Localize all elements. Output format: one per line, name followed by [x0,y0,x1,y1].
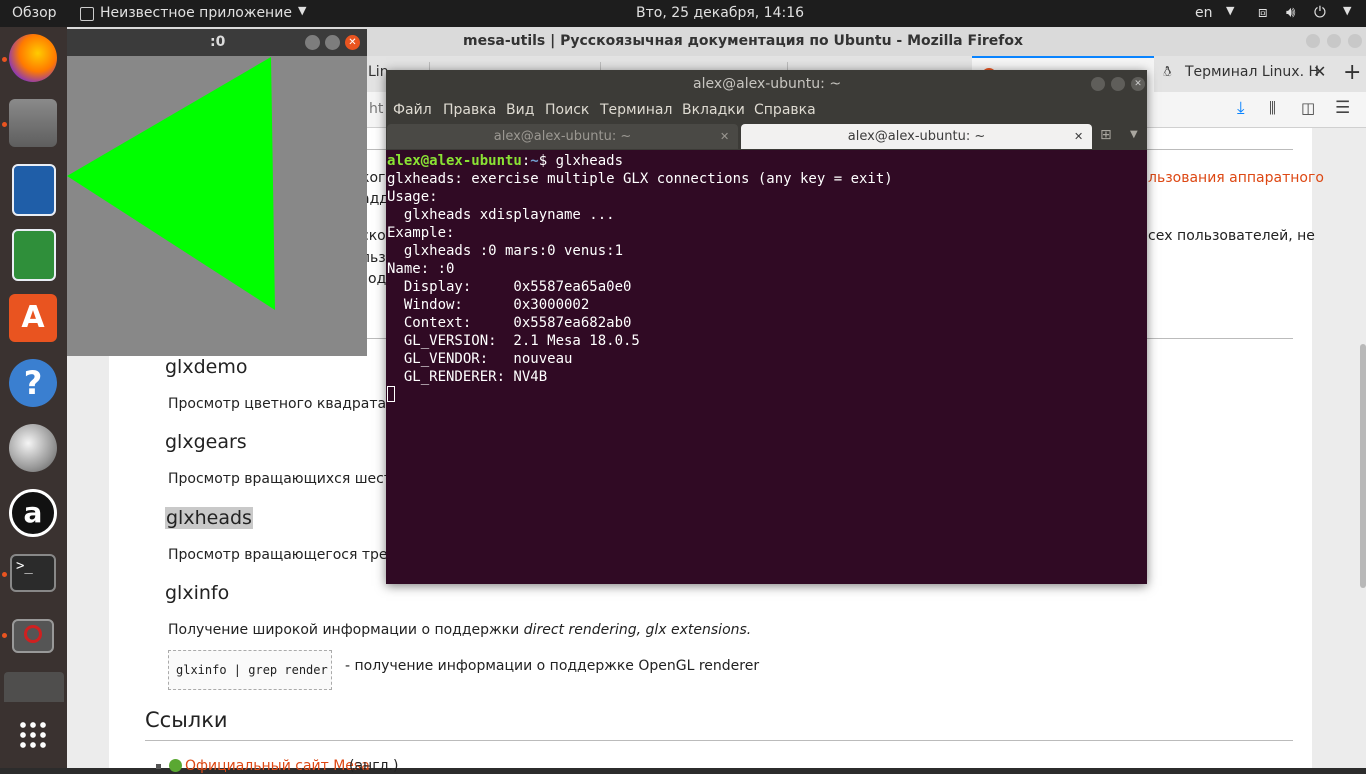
show-apps-area [0,705,67,768]
chevron-down-icon: ▼ [1226,4,1235,17]
green-triangle [67,57,275,310]
menu-tabs[interactable]: Вкладки [682,102,745,118]
close-button[interactable]: ✕ [345,35,360,50]
scrollbar-thumb[interactable] [1360,344,1366,588]
close-tab-icon[interactable]: ✕ [1074,124,1083,149]
menu-file[interactable]: Файл [393,102,432,118]
new-tab-icon[interactable]: ⊞ [1100,127,1112,143]
close-button[interactable]: ✕ [1131,77,1145,91]
maximize-button[interactable] [325,35,340,50]
menu-terminal[interactable]: Терминал [600,102,672,118]
unknown-app-icon[interactable] [12,619,54,653]
chevron-down-icon: ▼ [1343,4,1352,17]
heading-glxdemo: glxdemo [165,356,248,378]
libreoffice-impress-icon[interactable] [12,164,56,216]
menu-help[interactable]: Справка [754,102,816,118]
link-official-mesa[interactable]: Официальный сайт Mesa [185,758,370,774]
minimize-button[interactable] [1306,34,1320,48]
glx-titlebar: :0 ✕ [67,29,367,56]
sidebar-icon[interactable]: ◫ [1301,99,1315,117]
dock: A ? a >_ [0,27,67,768]
heading-glxgears: glxgears [165,431,247,453]
terminal-menubar: Файл Правка Вид Поиск Терминал Вкладки С… [386,98,1147,123]
blocked-icon [24,625,42,643]
url-bar[interactable]: ht [369,101,383,117]
libreoffice-calc-icon[interactable] [12,229,56,281]
language-indicator[interactable]: en [1195,5,1213,21]
disk-icon[interactable] [9,424,57,472]
prompt-user: alex@alex-ubuntu [387,153,522,169]
command-output: glxheads: exercise multiple GLX connecti… [387,171,893,385]
terminal-tab[interactable]: alex@alex-ubuntu: ~ ✕ [387,124,738,149]
chevron-down-icon[interactable]: ▼ [1130,129,1138,140]
app-icon [80,7,94,21]
browser-tab[interactable]: 🐧︎ Терминал Linux. Н ✕ [1155,56,1331,92]
tux-favicon: 🐧︎ [1163,64,1172,80]
volume-icon[interactable]: 🔊︎ [1286,3,1295,21]
clock[interactable]: Вто, 25 декабря, 14:16 [636,5,804,21]
heading-glxinfo: glxinfo [165,582,230,604]
amazon-icon[interactable]: a [9,489,57,537]
glxheads-window[interactable]: :0 ✕ [67,29,367,356]
heading-links: Ссылки [145,708,228,732]
terminal-output[interactable]: alex@alex-ubuntu:~$ glxheads glxheads: e… [386,150,1147,584]
maximize-button[interactable] [1327,34,1341,48]
divider [145,740,1293,741]
running-indicator [2,633,7,638]
close-button[interactable] [1348,34,1362,48]
code-block: glxinfo | grep render [168,650,332,690]
gl-render-area [67,57,275,310]
menu-view[interactable]: Вид [506,102,534,118]
globe-icon [169,759,182,772]
download-icon[interactable]: ⤓ [1237,98,1245,118]
activities-button[interactable]: Обзор [12,5,57,21]
menu-search[interactable]: Поиск [545,102,589,118]
text-cursor [387,386,395,402]
running-indicator [2,57,7,62]
terminal-tabstrip: alex@alex-ubuntu: ~ ✕ alex@alex-ubuntu: … [386,123,1147,150]
menu-edit[interactable]: Правка [443,102,496,118]
terminal-icon[interactable]: >_ [10,554,56,592]
minimize-button[interactable] [305,35,320,50]
firefox-icon[interactable] [9,34,57,82]
link-text[interactable]: льзования аппаратного [1148,170,1324,186]
window-title: :0 [210,34,226,50]
window-title: alex@alex-ubuntu: ~ [693,76,842,92]
power-icon[interactable]: ⏻ [1314,3,1326,21]
glxinfo-description: Получение широкой информации о поддержки… [168,622,752,638]
new-tab-button[interactable]: + [1343,60,1361,85]
show-applications-icon[interactable] [18,720,48,750]
top-panel: Обзор Неизвестное приложение ▼ Вто, 25 д… [0,0,1366,27]
page-gutter [1312,128,1326,768]
prompt-command: $ glxheads [538,153,624,169]
unknown-app-icon[interactable] [4,672,64,702]
list-bullet [156,764,161,769]
close-tab-icon[interactable]: ✕ [720,124,729,149]
minimize-button[interactable] [1091,77,1105,91]
terminal-window: alex@alex-ubuntu: ~ ✕ Файл Правка Вид По… [386,70,1147,584]
terminal-tab-active[interactable]: alex@alex-ubuntu: ~ ✕ [741,124,1092,149]
terminal-titlebar: alex@alex-ubuntu: ~ ✕ [386,70,1147,98]
prompt-path: ~ [530,153,539,169]
running-indicator [2,572,7,577]
chevron-down-icon: ▼ [298,4,307,17]
app-menu[interactable]: Неизвестное приложение [100,5,292,21]
maximize-button[interactable] [1111,77,1125,91]
window-title: mesa-utils | Русскоязычная документация … [463,33,1024,49]
running-indicator [2,122,7,127]
network-icon[interactable]: ⧈ [1258,3,1268,21]
help-icon[interactable]: ? [9,359,57,407]
library-icon[interactable]: ⫼ [1269,99,1276,117]
close-tab-icon[interactable]: ✕ [1313,62,1326,81]
files-icon[interactable] [9,99,57,147]
menu-icon[interactable]: ☰ [1335,98,1350,118]
software-center-icon[interactable]: A [9,294,57,342]
heading-glxheads: glxheads [165,507,253,529]
